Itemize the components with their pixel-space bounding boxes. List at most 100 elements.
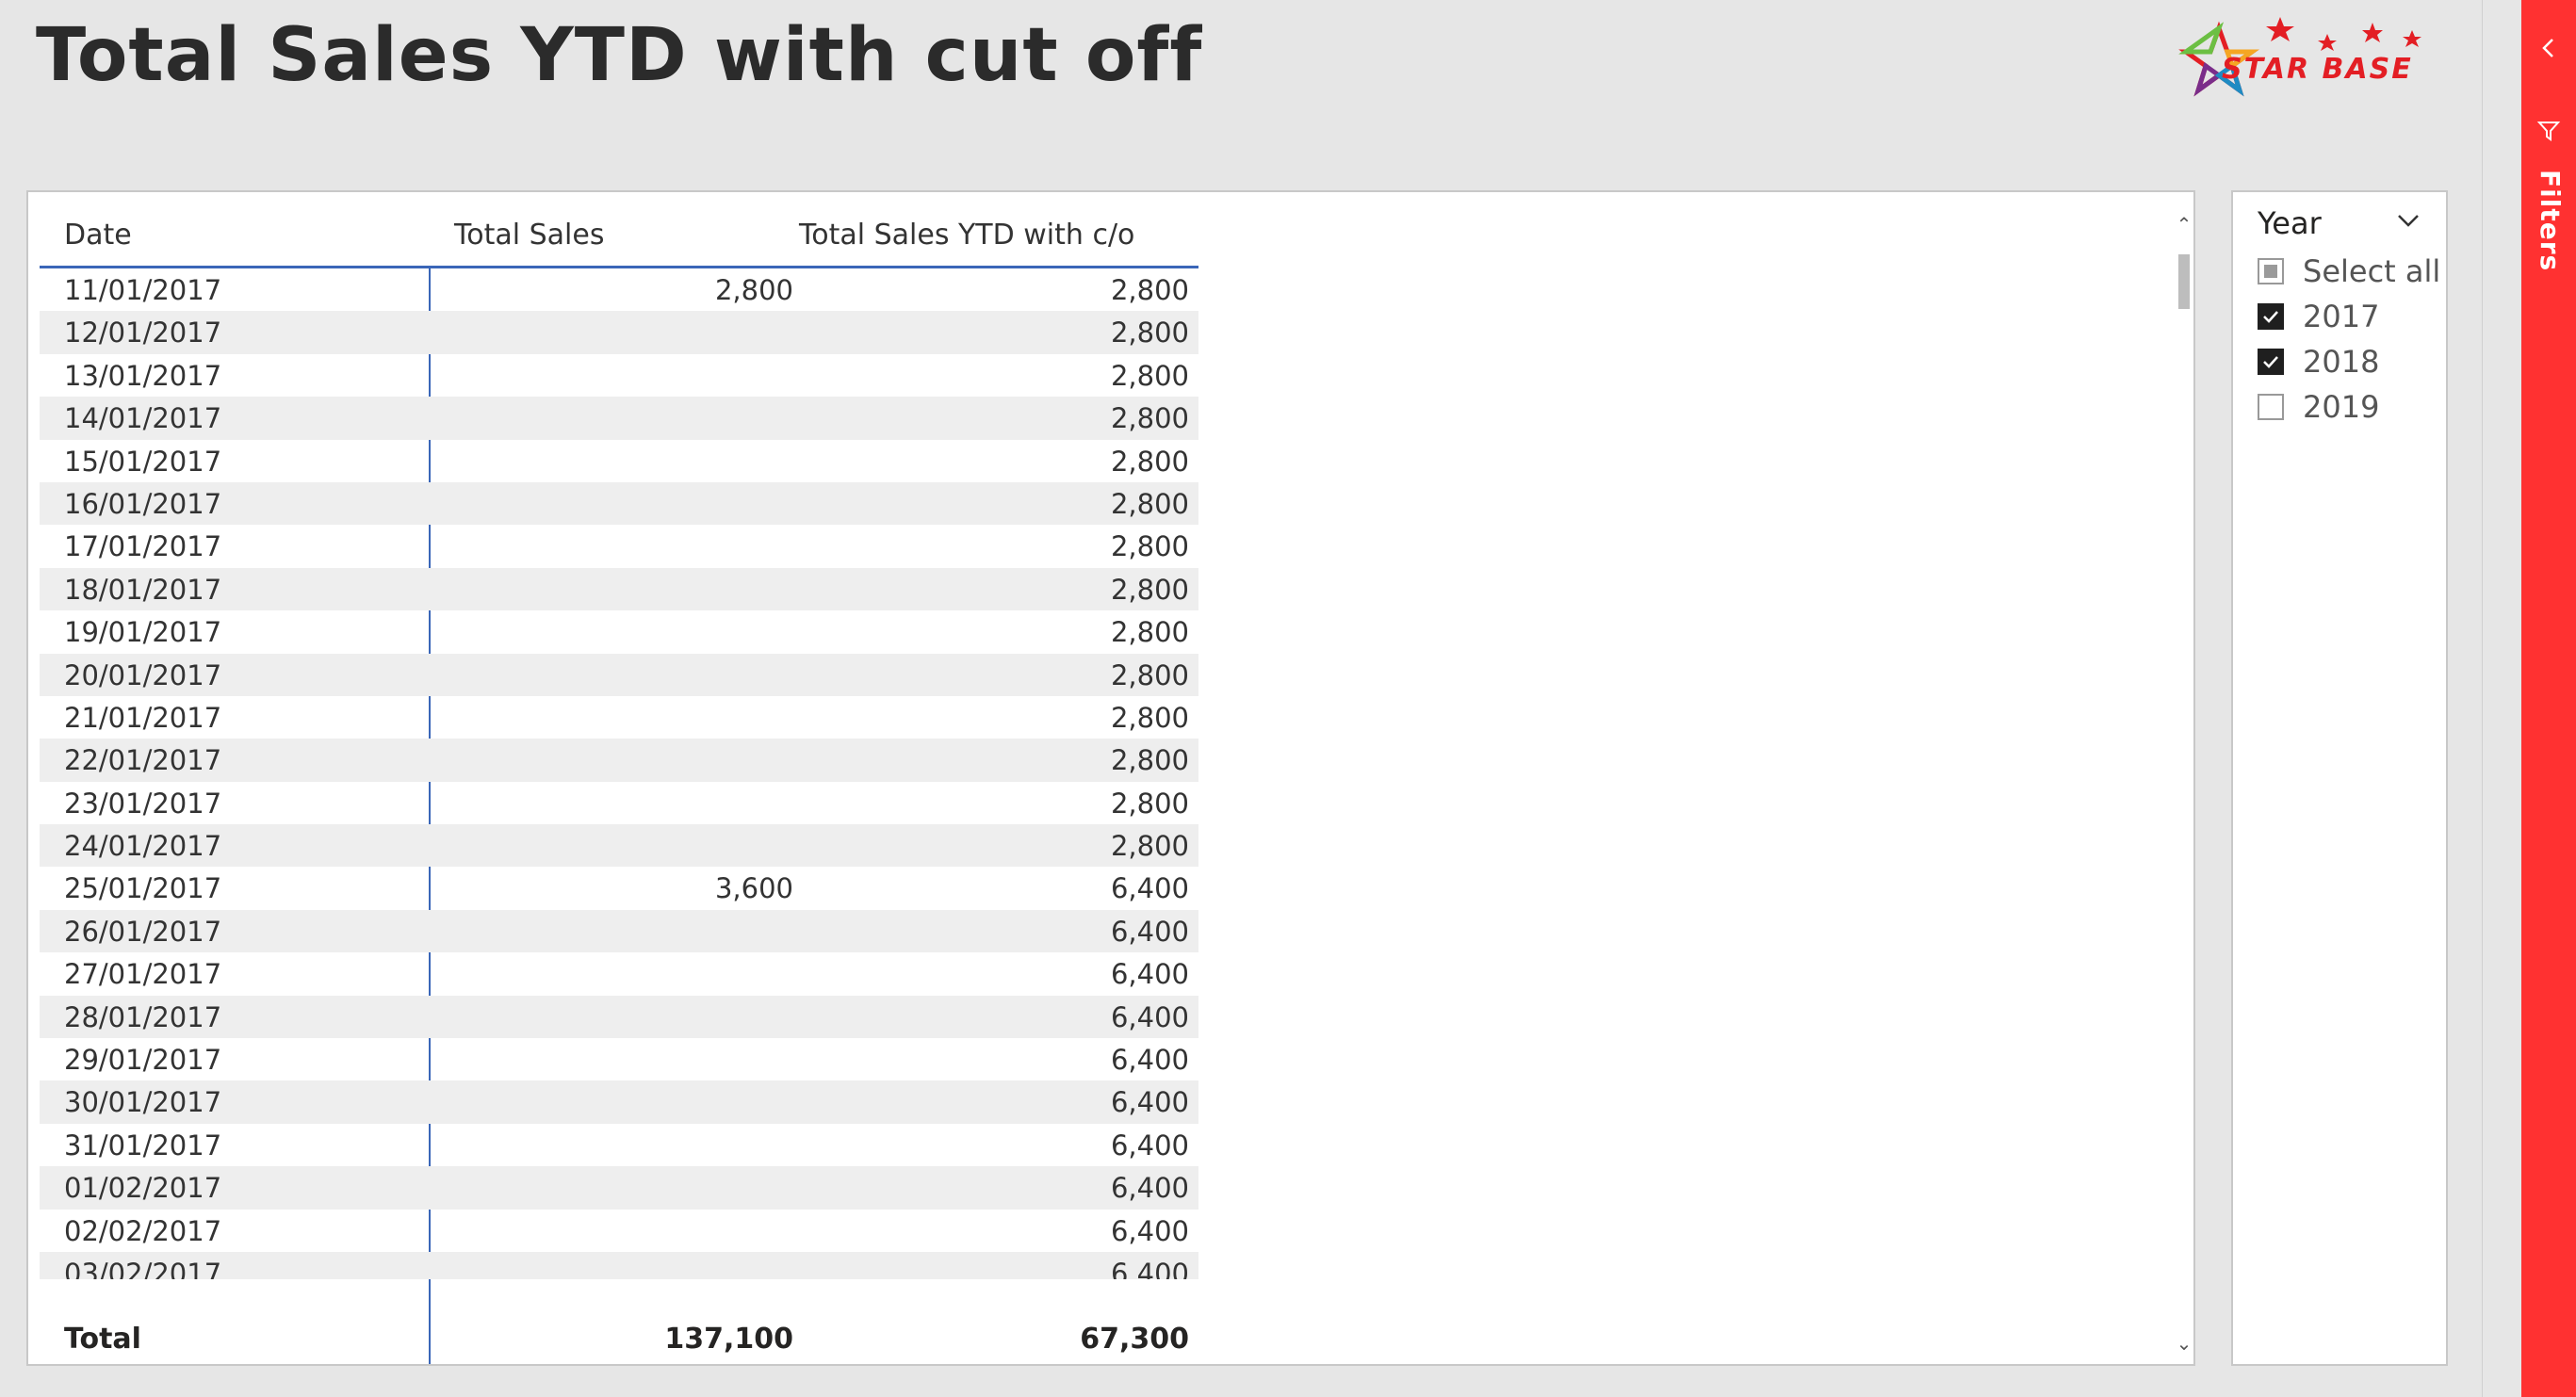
- column-header-total-sales[interactable]: Total Sales: [454, 219, 604, 252]
- checkmark-icon: [2263, 311, 2278, 323]
- ytd-cell: 2,800: [1110, 787, 1189, 820]
- table-row[interactable]: 15/01/2017 2,800: [40, 440, 1198, 482]
- slicer-item[interactable]: Select all: [2258, 252, 2440, 290]
- ytd-cell: 6,400: [1110, 1172, 1189, 1205]
- ytd-cell: 6,400: [1110, 1086, 1189, 1119]
- table-row[interactable]: 03/02/2017 6,400: [40, 1251, 1198, 1279]
- date-cell: 11/01/2017: [64, 274, 222, 306]
- ytd-cell: 6,400: [1110, 958, 1189, 991]
- column-header-ytd[interactable]: Total Sales YTD with c/o: [799, 219, 1134, 252]
- table-row[interactable]: 20/01/2017 2,800: [40, 653, 1198, 696]
- table-row[interactable]: 27/01/2017 6,400: [40, 952, 1198, 995]
- table-total-row: Total 137,100 67,300: [40, 1319, 1198, 1364]
- date-cell: 28/01/2017: [64, 1000, 222, 1033]
- ytd-cell: 2,800: [1110, 445, 1189, 478]
- checkbox[interactable]: [2258, 394, 2284, 420]
- date-cell: 02/02/2017: [64, 1214, 222, 1247]
- date-cell: 18/01/2017: [64, 573, 222, 606]
- chevron-down-icon[interactable]: [2395, 207, 2421, 234]
- total-sales-value: 137,100: [664, 1323, 793, 1356]
- ytd-cell: 2,800: [1110, 359, 1189, 392]
- logo-text: STAR BASE: [2222, 53, 2413, 86]
- checkmark-icon: [2263, 356, 2278, 368]
- star-base-logo: STAR BASE: [2178, 17, 2421, 97]
- date-cell: 27/01/2017: [64, 958, 222, 991]
- table-row[interactable]: 11/01/2017 2,800 2,800: [40, 268, 1198, 311]
- date-cell: 14/01/2017: [64, 402, 222, 435]
- checkbox[interactable]: [2258, 303, 2284, 330]
- table-row[interactable]: 01/02/2017 6,400: [40, 1166, 1198, 1210]
- table-row[interactable]: 17/01/2017 2,800: [40, 525, 1198, 567]
- ytd-cell: 6,400: [1110, 915, 1189, 948]
- date-cell: 03/02/2017: [64, 1257, 222, 1279]
- date-cell: 12/01/2017: [64, 317, 222, 349]
- year-slicer: Year Select all 2017 2018 2019: [2231, 190, 2448, 1366]
- date-cell: 17/01/2017: [64, 530, 222, 563]
- table-visual[interactable]: Date Total Sales Total Sales YTD with c/…: [26, 190, 2195, 1366]
- total-label: Total: [64, 1323, 141, 1356]
- filter-icon: [2536, 122, 2561, 141]
- filters-pane[interactable]: Filters: [2521, 0, 2576, 1397]
- ytd-cell: 2,800: [1110, 744, 1189, 777]
- ytd-cell: 6,400: [1110, 872, 1189, 905]
- filters-label[interactable]: Filters: [2535, 170, 2566, 271]
- table-row[interactable]: 21/01/2017 2,800: [40, 696, 1198, 739]
- ytd-cell: 2,800: [1110, 402, 1189, 435]
- date-cell: 13/01/2017: [64, 359, 222, 392]
- table-row[interactable]: 26/01/2017 6,400: [40, 909, 1198, 953]
- table-row[interactable]: 02/02/2017 6,400: [40, 1210, 1198, 1252]
- table-row[interactable]: 22/01/2017 2,800: [40, 739, 1198, 782]
- table-row[interactable]: 24/01/2017 2,800: [40, 824, 1198, 868]
- slicer-item-label: 2018: [2303, 344, 2380, 380]
- table-row[interactable]: 19/01/2017 2,800: [40, 610, 1198, 653]
- table-row[interactable]: 12/01/2017 2,800: [40, 311, 1198, 354]
- date-cell: 29/01/2017: [64, 1044, 222, 1077]
- checkbox[interactable]: [2258, 258, 2284, 284]
- ytd-cell: 2,800: [1110, 616, 1189, 649]
- table-row[interactable]: 13/01/2017 2,800: [40, 354, 1198, 397]
- ytd-cell: 6,400: [1110, 1044, 1189, 1077]
- page-title: Total Sales YTD with cut off: [36, 13, 1203, 98]
- date-cell: 22/01/2017: [64, 744, 222, 777]
- date-cell: 19/01/2017: [64, 616, 222, 649]
- total-sales-cell: 2,800: [714, 274, 793, 306]
- slicer-item[interactable]: 2017: [2258, 298, 2379, 335]
- scroll-down-icon[interactable]: ⌄: [2175, 1334, 2193, 1353]
- slicer-item-label: Select all: [2303, 253, 2441, 289]
- ytd-cell: 2,800: [1110, 274, 1189, 306]
- date-cell: 15/01/2017: [64, 445, 222, 478]
- table-header: Date Total Sales Total Sales YTD with c/…: [40, 205, 1198, 268]
- scrollbar-thumb[interactable]: [2178, 254, 2190, 309]
- slicer-item[interactable]: 2019: [2258, 388, 2379, 426]
- date-cell: 23/01/2017: [64, 787, 222, 820]
- date-cell: 25/01/2017: [64, 872, 222, 905]
- table-row[interactable]: 18/01/2017 2,800: [40, 567, 1198, 611]
- chevron-left-icon[interactable]: [2536, 36, 2561, 60]
- scroll-up-icon[interactable]: ⌃: [2175, 215, 2193, 234]
- table-row[interactable]: 31/01/2017 6,400: [40, 1124, 1198, 1166]
- date-cell: 30/01/2017: [64, 1086, 222, 1119]
- ytd-cell: 6,400: [1110, 1257, 1189, 1279]
- ytd-cell: 2,800: [1110, 487, 1189, 520]
- table-row[interactable]: 16/01/2017 2,800: [40, 481, 1198, 526]
- table-row[interactable]: 30/01/2017 6,400: [40, 1080, 1198, 1124]
- table-row[interactable]: 23/01/2017 2,800: [40, 782, 1198, 824]
- date-cell: 31/01/2017: [64, 1129, 222, 1161]
- table-row[interactable]: 14/01/2017 2,800: [40, 397, 1198, 440]
- table-body: 11/01/2017 2,800 2,800 12/01/2017 2,800 13/01…: [40, 268, 1198, 1279]
- checkbox[interactable]: [2258, 349, 2284, 375]
- date-cell: 16/01/2017: [64, 487, 222, 520]
- table-scrollbar[interactable]: ⌃ ⌄: [2173, 205, 2195, 1353]
- slicer-item[interactable]: 2018: [2258, 343, 2379, 381]
- date-cell: 20/01/2017: [64, 658, 222, 691]
- ytd-cell: 6,400: [1110, 1129, 1189, 1161]
- table-row[interactable]: 25/01/2017 3,600 6,400: [40, 867, 1198, 909]
- ytd-cell: 2,800: [1110, 830, 1189, 863]
- column-header-date[interactable]: Date: [64, 219, 132, 252]
- date-cell: 01/02/2017: [64, 1172, 222, 1205]
- table-row[interactable]: 29/01/2017 6,400: [40, 1038, 1198, 1080]
- slicer-header: Year: [2258, 205, 2322, 241]
- ytd-cell: 2,800: [1110, 658, 1189, 691]
- slicer-item-label: 2019: [2303, 389, 2380, 425]
- table-row[interactable]: 28/01/2017 6,400: [40, 995, 1198, 1039]
